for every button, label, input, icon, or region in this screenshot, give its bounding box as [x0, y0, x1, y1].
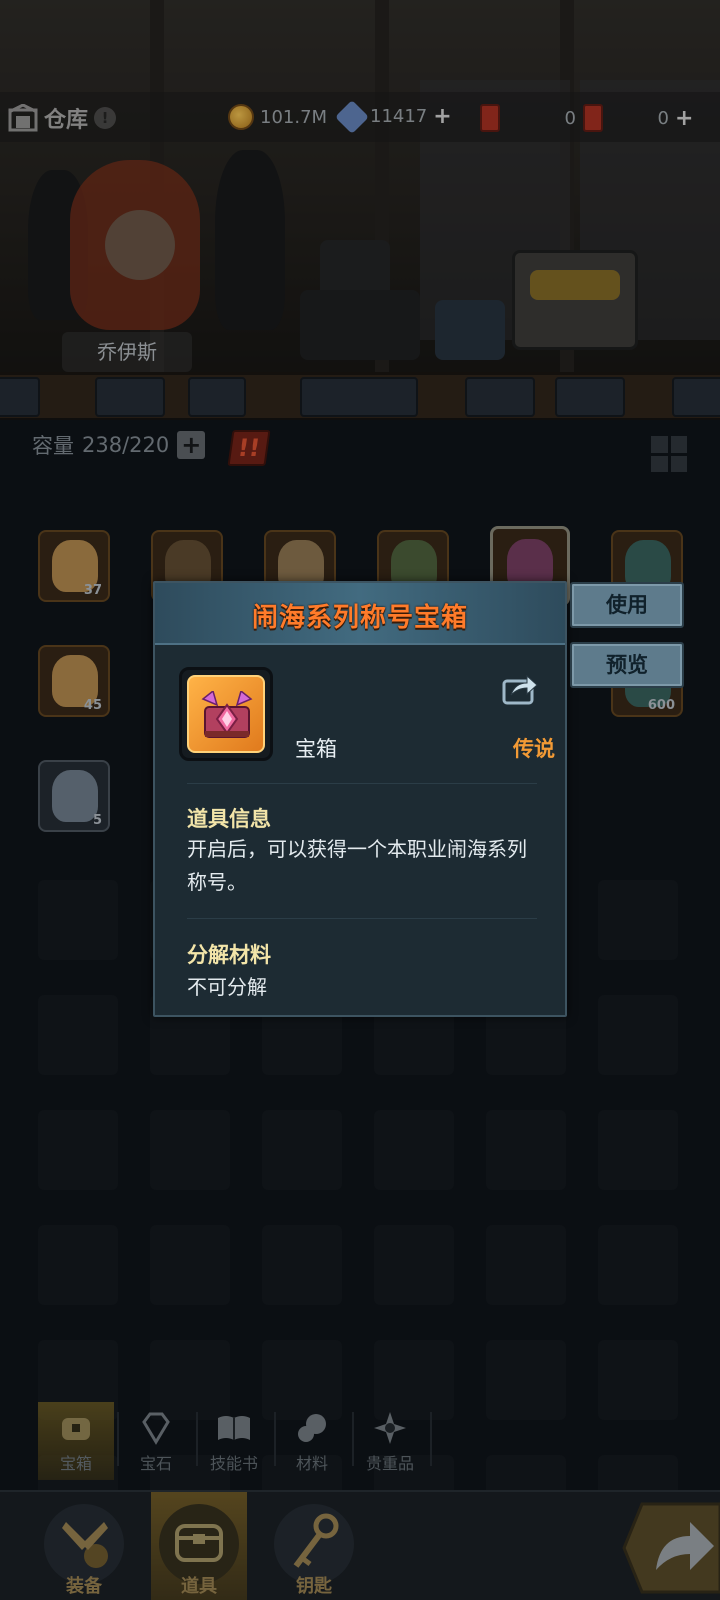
info-icon[interactable]: !	[94, 107, 117, 129]
decompose-text: 不可分解	[187, 975, 267, 999]
forward-arrow-icon[interactable]	[620, 1500, 720, 1596]
ticket-a-counter: 0	[480, 104, 576, 132]
empty-inventory-slot	[38, 1225, 118, 1305]
tab-material[interactable]: 材料	[274, 1402, 350, 1480]
material-icon	[298, 1414, 326, 1442]
tab-label: 技能书	[209, 1454, 258, 1473]
tab-gem[interactable]: 宝石	[118, 1402, 194, 1480]
divider	[187, 918, 537, 919]
bottom-navigation: 装备 道具 钥匙	[0, 1490, 720, 1600]
item-info-text: 开启后，可以获得一个本职业闹海系列称号。	[187, 837, 527, 894]
capacity-value: 238/220	[82, 433, 170, 457]
inventory-slot[interactable]: 37	[38, 530, 110, 602]
empty-inventory-slot	[150, 1110, 230, 1190]
gold-counter: 101.7M	[228, 104, 327, 130]
grid-view-icon[interactable]	[651, 436, 687, 472]
empty-inventory-slot	[38, 1110, 118, 1190]
tab-label: 宝石	[139, 1454, 172, 1473]
preview-button[interactable]: 预览	[570, 642, 684, 688]
expand-capacity-button[interactable]: +	[177, 431, 206, 459]
empty-inventory-slot	[598, 880, 678, 960]
empty-inventory-slot	[598, 995, 678, 1075]
capacity-row: 容量 238/220 +	[32, 430, 206, 460]
empty-inventory-slot	[598, 1225, 678, 1305]
empty-inventory-slot	[374, 1225, 454, 1305]
steel-urn-icon	[52, 770, 98, 822]
add-ticket-button[interactable]: +	[675, 106, 693, 131]
chest-icon	[62, 1418, 90, 1440]
red-ticket-icon	[480, 104, 500, 132]
crystal-value: 11417	[370, 106, 428, 127]
items-icon	[175, 1524, 223, 1562]
nav-items[interactable]: 道具	[151, 1492, 247, 1600]
tab-separator	[430, 1412, 432, 1466]
add-crystal-button[interactable]: +	[433, 104, 451, 129]
empty-inventory-slot	[598, 1110, 678, 1190]
inventory-slot[interactable]: 5	[38, 760, 110, 832]
ticket-a-value: 0	[564, 107, 576, 129]
item-quantity: 5	[92, 813, 102, 828]
ticket-b-counter: 0 +	[583, 104, 693, 132]
item-info-title: 道具信息	[187, 807, 271, 831]
nav-keys[interactable]: 钥匙	[266, 1492, 362, 1600]
warehouse-label: 仓库	[44, 108, 89, 133]
popup-title: 闹海系列称号宝箱	[251, 603, 468, 633]
empty-inventory-slot	[38, 880, 118, 960]
category-tab-bar: 宝箱 宝石 技能书 材料 贵重品	[0, 1398, 720, 1484]
ticket-b-value: 0	[657, 107, 669, 129]
item-quantity: 37	[83, 583, 102, 598]
nav-label: 道具	[181, 1576, 217, 1597]
crystal-icon	[335, 99, 369, 134]
resource-bar: 仓库 ! 101.7M 11417 + 0 0 +	[0, 92, 720, 142]
empty-inventory-slot	[486, 1225, 566, 1305]
red-ticket-icon	[583, 104, 603, 132]
empty-inventory-slot	[38, 995, 118, 1075]
nav-equipment[interactable]: 装备	[36, 1492, 132, 1600]
valuables-icon	[374, 1412, 406, 1444]
divider	[187, 783, 537, 784]
gold-value: 101.7M	[260, 106, 328, 128]
item-icon-background	[187, 675, 265, 753]
alert-icon[interactable]: !!	[227, 430, 271, 466]
item-detail-popup: 闹海系列称号宝箱 宝箱 传说 道具信息 开启后，可以获得一个本职业闹海系列称号。…	[153, 581, 567, 1017]
tab-skill-book[interactable]: 技能书	[196, 1402, 272, 1480]
tab-chest[interactable]: 宝箱	[38, 1402, 114, 1480]
tab-label: 材料	[295, 1454, 328, 1473]
nav-label: 装备	[66, 1576, 102, 1597]
nav-label: 钥匙	[296, 1576, 332, 1597]
npc-name-plate[interactable]: 乔伊斯	[62, 332, 192, 372]
empty-inventory-slot	[374, 1110, 454, 1190]
equipment-icon	[62, 1522, 108, 1568]
empty-inventory-slot	[262, 1225, 342, 1305]
warehouse-title: 仓库 !	[8, 102, 117, 134]
decompose-title: 分解材料	[187, 943, 271, 967]
empty-inventory-slot	[262, 1110, 342, 1190]
tab-valuables[interactable]: 贵重品	[352, 1402, 428, 1480]
item-type-label: 宝箱	[295, 737, 337, 761]
share-icon[interactable]	[501, 671, 539, 705]
gold-coin-icon	[228, 104, 254, 130]
key-icon	[293, 1513, 339, 1568]
warehouse-icon	[8, 104, 38, 132]
book-icon	[218, 1416, 250, 1440]
tab-label: 贵重品	[365, 1454, 414, 1473]
item-icon-frame	[179, 667, 273, 761]
gem-icon	[142, 1412, 170, 1445]
item-rarity-label: 传说	[513, 737, 555, 761]
popup-header: 闹海系列称号宝箱	[155, 583, 565, 645]
tab-label: 宝箱	[59, 1454, 92, 1473]
use-button[interactable]: 使用	[570, 582, 684, 628]
inventory-slot[interactable]: 45	[38, 645, 110, 717]
title-chest-icon	[201, 691, 253, 738]
empty-inventory-slot	[150, 1225, 230, 1305]
capacity-label: 容量	[32, 434, 74, 458]
crystal-counter: 11417 +	[335, 99, 452, 134]
item-quantity: 45	[83, 698, 102, 713]
empty-inventory-slot	[486, 1110, 566, 1190]
item-quantity: 600	[647, 698, 675, 713]
